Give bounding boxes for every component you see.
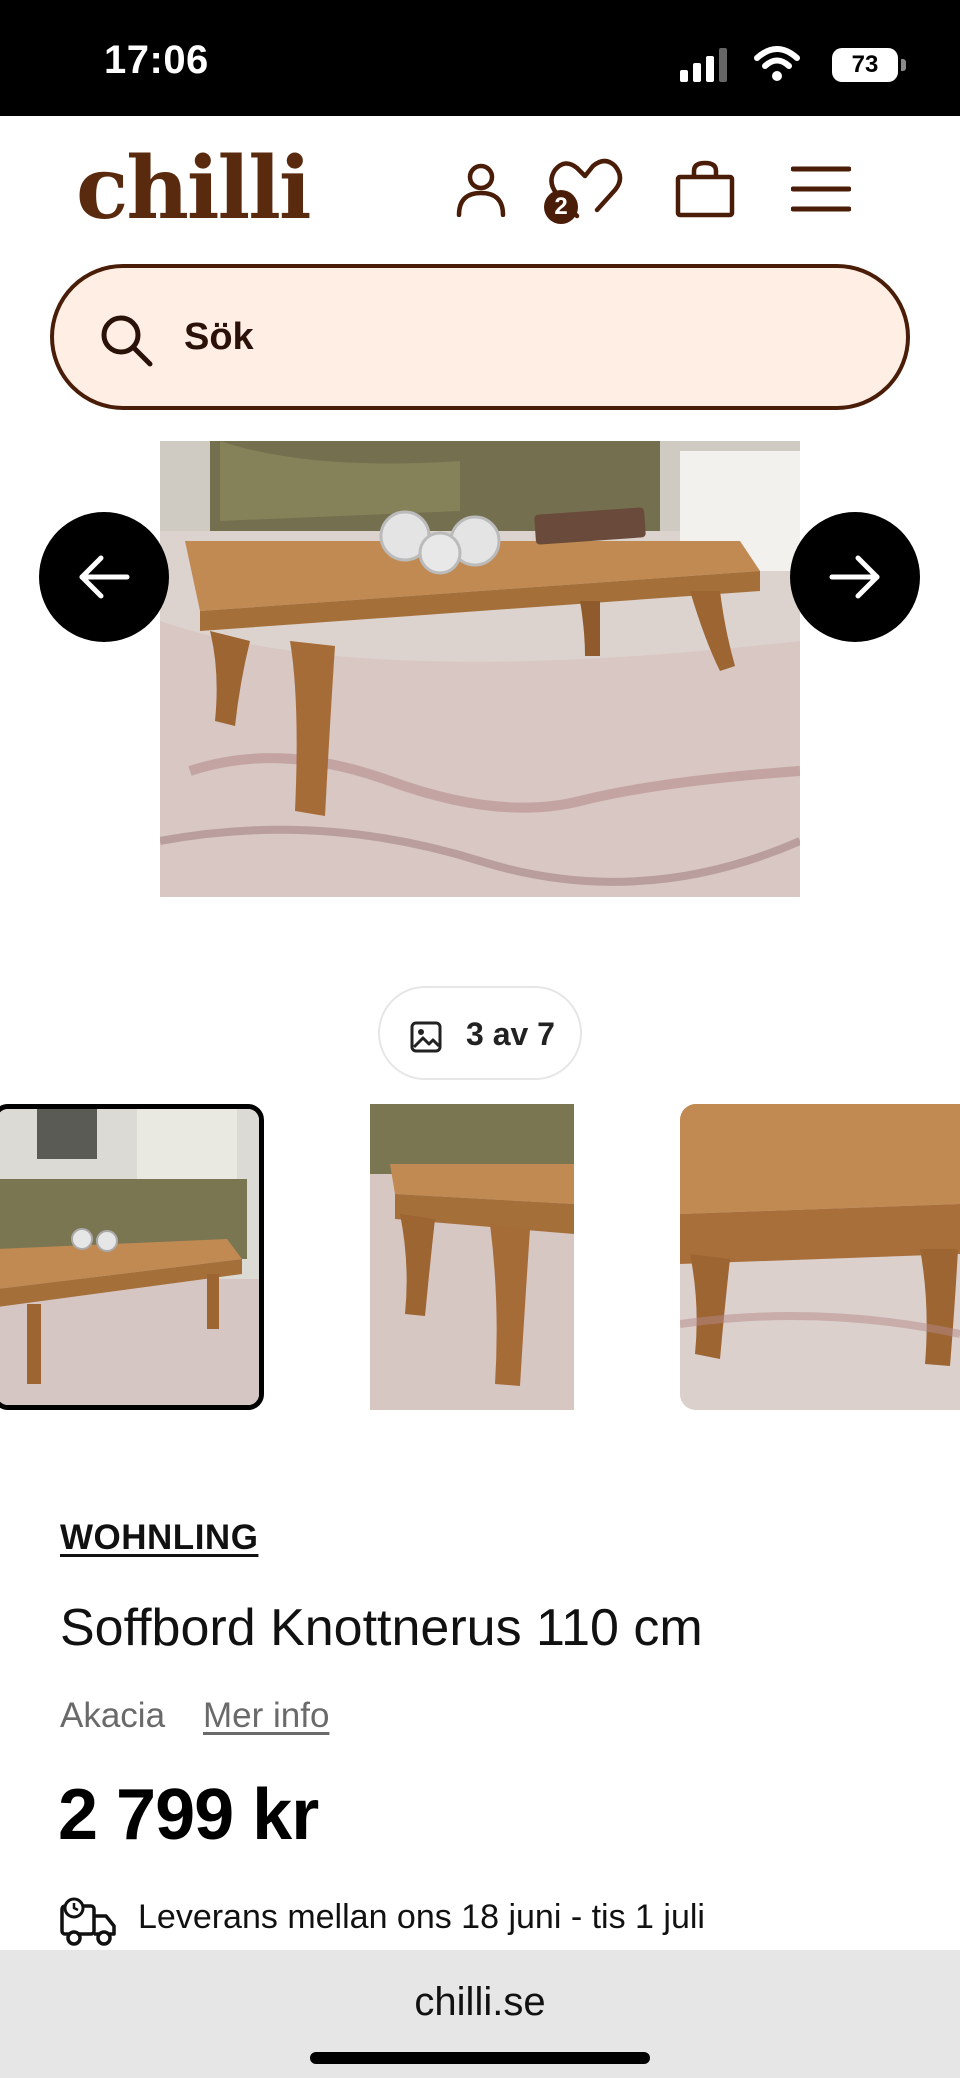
- signal-icon: [680, 48, 727, 82]
- cart-button[interactable]: [672, 156, 738, 222]
- search-input[interactable]: Sök: [50, 264, 910, 410]
- menu-hamburger-icon: [791, 166, 851, 212]
- thumbnail-1[interactable]: [0, 1104, 264, 1410]
- thumbnail-1-image: [0, 1109, 259, 1405]
- status-bar: 17:06 73: [0, 0, 960, 116]
- search-icon: [101, 315, 153, 367]
- browser-url[interactable]: chilli.se: [0, 1980, 960, 2025]
- more-info-link[interactable]: Mer info: [203, 1696, 329, 1736]
- thumbnail-3-image: [680, 1104, 960, 1410]
- delivery-estimate: Leverans mellan ons 18 juni - tis 1 juli: [138, 1898, 705, 1936]
- battery-icon: 73: [832, 48, 898, 82]
- thumbnail-2[interactable]: [370, 1104, 574, 1410]
- product-material: Akacia: [60, 1696, 166, 1735]
- image-counter: 3 av 7: [378, 986, 582, 1080]
- browser-address-bar[interactable]: chilli.se: [0, 1950, 960, 2078]
- wifi-icon: [754, 46, 800, 81]
- image-counter-text: 3 av 7: [466, 1016, 555, 1052]
- menu-button[interactable]: [788, 156, 854, 222]
- image-icon: [410, 1021, 442, 1053]
- product-title: Soffbord Knottnerus 110 cm: [60, 1599, 703, 1657]
- battery-cap: [901, 59, 906, 71]
- thumbnail-3[interactable]: [680, 1104, 960, 1410]
- cart-bag-icon: [675, 160, 735, 218]
- account-button[interactable]: [448, 156, 514, 222]
- thumbnail-2-image: [370, 1104, 574, 1410]
- account-icon: [456, 163, 506, 217]
- status-icons: 73: [678, 44, 906, 84]
- status-time: 17:06: [104, 38, 209, 82]
- carousel-next-button[interactable]: [790, 512, 920, 642]
- coffee-table-photo: [160, 441, 800, 897]
- wishlist-count-badge: 2: [544, 190, 578, 224]
- wishlist-button[interactable]: 2: [544, 156, 630, 224]
- carousel-prev-button[interactable]: [39, 512, 169, 642]
- arrow-right-icon: [829, 555, 880, 599]
- delivery-truck-icon: [60, 1897, 116, 1946]
- product-price: 2 799 kr: [58, 1775, 319, 1855]
- search-placeholder: Sök: [184, 316, 254, 358]
- arrow-left-icon: [79, 555, 130, 599]
- site-header: chilli 2: [0, 116, 960, 266]
- product-main-image[interactable]: [160, 441, 800, 897]
- brand-link[interactable]: WOHNLING: [60, 1518, 258, 1558]
- chilli-logo[interactable]: chilli: [76, 146, 312, 232]
- home-indicator: [310, 2052, 650, 2064]
